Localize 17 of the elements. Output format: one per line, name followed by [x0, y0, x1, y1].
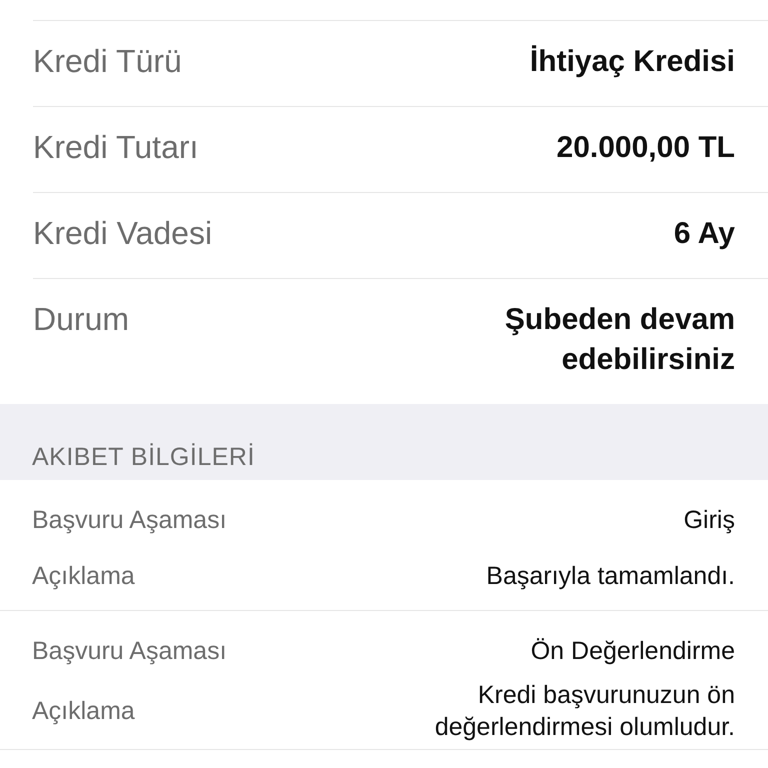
field-label: Kredi Vadesi [33, 217, 212, 250]
field-label: Kredi Tutarı [33, 131, 198, 164]
field-value: 6 Ay [674, 216, 735, 252]
section-header: AKIBET BİLGİLERİ [31, 443, 255, 473]
field-label: Durum [33, 303, 130, 336]
field-value: İhtiyaç Kredisi [530, 44, 735, 80]
field-label: Başvuru Aşaması [32, 506, 227, 534]
field-value: Ön Değerlendirme [530, 636, 735, 667]
field-label: Açıklama [32, 696, 135, 726]
field-value: Giriş [684, 505, 735, 536]
field-value: 20.000,00 TL [556, 130, 735, 166]
field-value: Başarıyla tamamlandı. [486, 561, 735, 592]
field-value: Şubeden devam edebilirsiniz [504, 302, 735, 378]
field-label: Başvuru Aşaması [32, 636, 227, 666]
field-label: Kredi Türü [33, 45, 182, 78]
field-value: Kredi başvurunuzun ön değerlendirmesi olumludur. [434, 680, 735, 743]
field-label: Açıklama [32, 562, 135, 590]
